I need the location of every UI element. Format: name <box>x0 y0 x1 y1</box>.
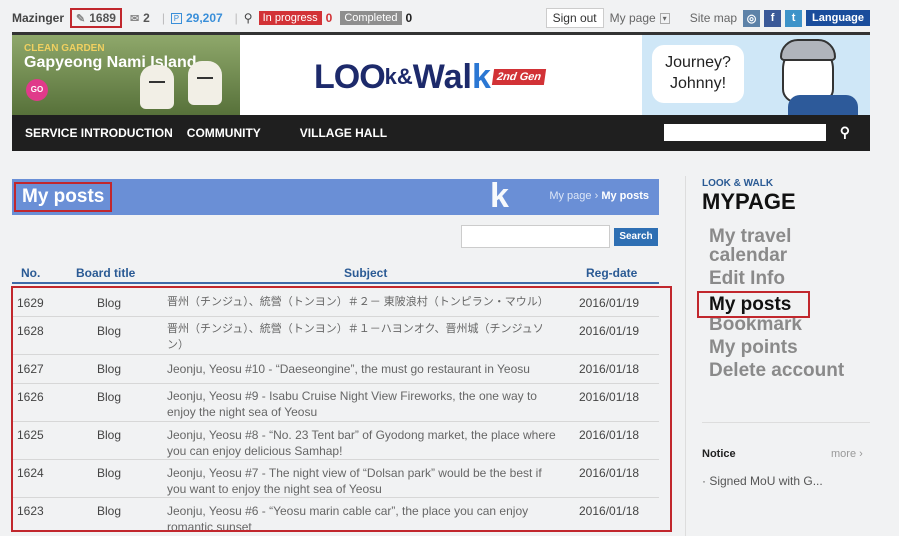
instagram-icon[interactable]: ◎ <box>743 9 761 27</box>
table-row[interactable]: 1628 Blog 晋州（チンジュ）、統營（トンヨン）＃１－ハヨンオク、晋州城（… <box>13 317 659 355</box>
my-page-select[interactable]: My page ▾ <box>610 11 670 25</box>
message-count: 2 <box>143 11 150 25</box>
logo-gen-badge: 2nd Gen <box>491 69 547 85</box>
breadcrumb: My page › My posts <box>549 190 649 202</box>
language-button[interactable]: Language <box>806 10 870 26</box>
sidebar-item-travel-calendar[interactable]: My travel calendar <box>709 227 829 265</box>
sign-out-button[interactable]: Sign out <box>545 8 604 28</box>
snowman-figure-icon <box>140 65 174 109</box>
pencil-icon: ✎ <box>76 12 86 25</box>
sidebar-subtitle: LOOK & WALK <box>702 178 774 189</box>
character-icon <box>780 39 836 103</box>
k-logo-mark: k <box>490 177 509 215</box>
notice-more-link[interactable]: more › <box>831 448 863 460</box>
banner: CLEAN GARDEN Gapyeong Nami Island GO LOO… <box>12 32 870 115</box>
divider: | <box>161 11 165 25</box>
ad-small-text: CLEAN GARDEN <box>24 43 105 54</box>
site-logo[interactable]: LOO k& Wal k 2nd Gen <box>314 57 547 97</box>
points-value[interactable]: 29,207 <box>186 11 223 25</box>
journey-johnny-ad[interactable]: Journey? Johnny! <box>642 35 870 115</box>
sidebar-divider <box>685 176 686 536</box>
completed-badge[interactable]: Completed <box>340 11 402 25</box>
header-board: Board title <box>76 266 136 280</box>
written-count-box[interactable]: ✎ 1689 <box>70 8 122 28</box>
post-subject-link[interactable]: Jeonju, Yeosu #6 - “Yeosu marin cable ca… <box>167 503 559 530</box>
snowman-figure-icon <box>188 61 222 105</box>
table-row[interactable]: 1623 Blog Jeonju, Yeosu #6 - “Yeosu mari… <box>13 498 659 530</box>
table-header: No. Board title Subject Reg-date <box>12 262 659 284</box>
table-row[interactable]: 1626 Blog Jeonju, Yeosu #9 - Isabu Cruis… <box>13 384 659 422</box>
written-count: 1689 <box>89 11 116 25</box>
envelope-icon: ✉ <box>129 12 140 25</box>
speech-bubble: Journey? Johnny! <box>652 45 744 103</box>
in-progress-count: 0 <box>325 11 333 25</box>
username[interactable]: Mazinger <box>12 11 64 25</box>
header-no: No. <box>21 266 41 280</box>
sidebar-item-label: My posts <box>709 294 792 315</box>
sidebar-item-my-posts[interactable]: My posts <box>697 291 810 318</box>
post-subject-link[interactable]: 晋州（チンジュ）、統營（トンヨン）＃１－ハヨンオク、晋州城（チンジュソン） <box>167 321 559 353</box>
top-bar: Mazinger ✎ 1689 ✉ 2 | P 29,207 | ⚲ In pr… <box>12 7 870 29</box>
sidebar-item-edit-info[interactable]: Edit Info <box>709 269 869 288</box>
twitter-icon[interactable]: t <box>785 9 803 27</box>
post-subject-link[interactable]: 晋州（チンジュ）、統營（トンヨン）＃２－ 東陂浪村（トンピラン・マウル） <box>167 294 559 310</box>
posts-table: 1629 Blog 晋州（チンジュ）、統營（トンヨン）＃２－ 東陂浪村（トンピラ… <box>11 286 672 532</box>
ad-go-button[interactable]: GO <box>26 79 48 101</box>
page-heading-bar: My posts k My page › My posts <box>12 177 659 215</box>
notice-title: Notice <box>702 448 736 460</box>
nav-search-input[interactable] <box>664 124 826 141</box>
sidebar-title: MYPAGE <box>702 189 796 214</box>
search-button[interactable]: Search <box>614 228 658 246</box>
sidebar-item-delete-account[interactable]: Delete account <box>709 361 869 380</box>
main-nav: SERVICE INTRODUCTION COMMUNITY VILLAGE H… <box>12 115 870 151</box>
breadcrumb-my-page[interactable]: My page <box>549 190 591 202</box>
nav-community[interactable]: COMMUNITY <box>187 126 261 140</box>
table-row[interactable]: 1624 Blog Jeonju, Yeosu #7 - The night v… <box>13 460 659 498</box>
points-icon: P <box>170 12 182 24</box>
breadcrumb-current: My posts <box>601 190 649 202</box>
person-pin-icon: ⚲ <box>243 11 253 25</box>
post-subject-link[interactable]: Jeonju, Yeosu #9 - Isabu Cruise Night Vi… <box>167 388 559 420</box>
notice-divider <box>702 422 870 423</box>
table-row[interactable]: 1629 Blog 晋州（チンジュ）、統營（トンヨン）＃２－ 東陂浪村（トンピラ… <box>13 288 659 317</box>
chevron-down-icon: ▾ <box>659 12 670 24</box>
notice-item[interactable]: · Signed MoU with G... <box>702 474 823 488</box>
completed-count: 0 <box>405 11 413 25</box>
nav-village-hall[interactable]: VILLAGE HALL <box>300 126 387 140</box>
site-map-link[interactable]: Site map <box>690 11 737 25</box>
character-body <box>788 95 858 115</box>
in-progress-badge[interactable]: In progress <box>258 11 322 25</box>
post-subject-link[interactable]: Jeonju, Yeosu #10 - “Daeseongine”, the m… <box>167 361 559 377</box>
post-search-input[interactable] <box>461 225 610 248</box>
sidebar-item-my-points[interactable]: My points <box>709 338 869 357</box>
top-right-tools: Sign out My page ▾ Site map ◎ f t Langua… <box>545 8 870 28</box>
post-subject-link[interactable]: Jeonju, Yeosu #7 - The night view of “Do… <box>167 465 559 497</box>
header-date: Reg-date <box>586 266 638 280</box>
nav-service-introduction[interactable]: SERVICE INTRODUCTION <box>25 126 173 140</box>
messages[interactable]: ✉ 2 <box>130 11 150 25</box>
nami-island-ad[interactable]: CLEAN GARDEN Gapyeong Nami Island GO <box>12 35 240 115</box>
facebook-icon[interactable]: f <box>764 9 782 27</box>
divider: | <box>234 11 238 25</box>
table-row[interactable]: 1627 Blog Jeonju, Yeosu #10 - “Daeseongi… <box>13 355 659 384</box>
table-row[interactable]: 1625 Blog Jeonju, Yeosu #8 - “No. 23 Ten… <box>13 422 659 460</box>
post-subject-link[interactable]: Jeonju, Yeosu #8 - “No. 23 Tent bar” of … <box>167 427 559 459</box>
search-icon[interactable]: ⚲ <box>840 124 850 141</box>
page-title: My posts <box>14 182 113 212</box>
header-subject: Subject <box>344 266 388 280</box>
my-page-label: My page <box>609 11 656 25</box>
